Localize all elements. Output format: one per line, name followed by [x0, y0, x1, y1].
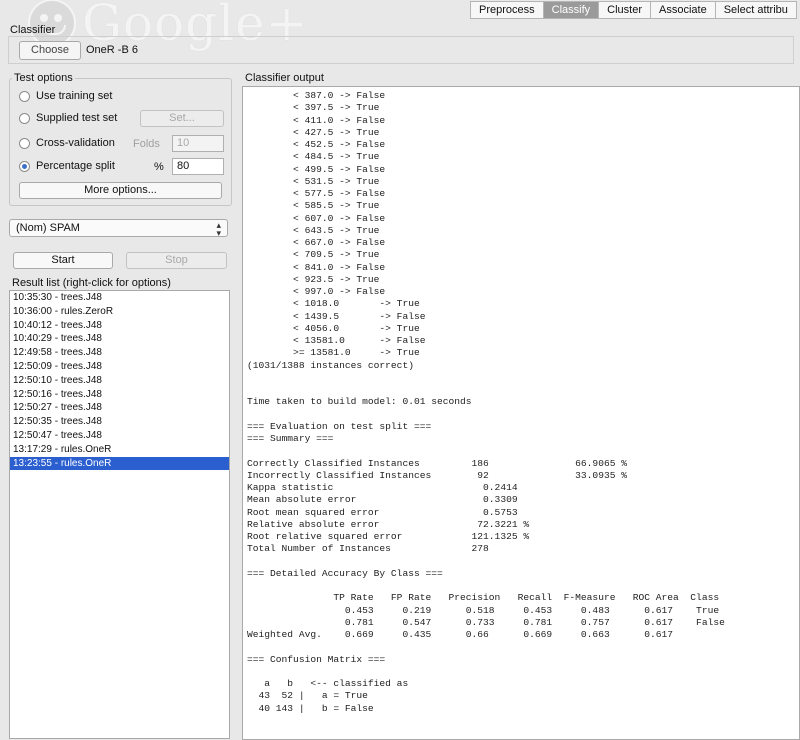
set-test-file-button[interactable]: Set...	[140, 110, 224, 127]
percentage-split-option[interactable]: Percentage split	[19, 160, 115, 172]
tab-classify[interactable]: Classify	[543, 1, 600, 19]
classifier-label: Classifier	[10, 24, 56, 36]
result-item-selected[interactable]: 13:23:55 - rules.OneR	[10, 456, 229, 471]
tab-cluster[interactable]: Cluster	[599, 1, 651, 19]
test-options-title: Test options	[12, 72, 75, 84]
percentage-split-label: Percentage split	[36, 160, 115, 172]
class-attribute-value: (Nom) SPAM	[16, 222, 80, 234]
cross-validation-label: Cross-validation	[36, 137, 115, 149]
result-item[interactable]: 10:35:30 - trees.J48	[10, 291, 229, 305]
explorer-tabs: Preprocess Classify Cluster Associate Se…	[470, 1, 797, 19]
supplied-test-set-label: Supplied test set	[36, 112, 118, 124]
classifier-output-panel[interactable]: < 387.0 -> False < 397.5 -> True < 411.0…	[242, 86, 800, 740]
use-training-set-radio[interactable]	[19, 90, 30, 102]
tab-associate[interactable]: Associate	[651, 1, 716, 19]
tab-preprocess[interactable]: Preprocess	[470, 1, 544, 19]
result-item[interactable]: 12:50:09 - trees.J48	[10, 360, 229, 374]
tab-select-attributes[interactable]: Select attribu	[715, 1, 797, 19]
result-list[interactable]: 10:35:30 - trees.J48 10:36:00 - rules.Ze…	[9, 290, 230, 739]
result-item[interactable]: 13:17:29 - rules.OneR	[10, 443, 229, 457]
select-arrows-icon: ▴ ▾	[216, 220, 221, 238]
percentage-split-radio[interactable]	[19, 160, 30, 172]
folds-label: Folds	[133, 138, 160, 150]
result-item[interactable]: 10:36:00 - rules.ZeroR	[10, 305, 229, 319]
supplied-test-set-option[interactable]: Supplied test set	[19, 112, 117, 124]
result-item[interactable]: 12:50:27 - trees.J48	[10, 401, 229, 415]
supplied-test-set-radio[interactable]	[19, 112, 30, 124]
start-button[interactable]: Start	[13, 252, 113, 269]
classifier-output-text: < 387.0 -> False < 397.5 -> True < 411.0…	[247, 90, 725, 714]
classifier-config-field[interactable]: OneR -B 6	[86, 43, 790, 58]
classifier-output-title: Classifier output	[245, 72, 324, 84]
result-item[interactable]: 12:49:58 - trees.J48	[10, 346, 229, 360]
more-options-button[interactable]: More options...	[19, 182, 222, 199]
result-item[interactable]: 12:50:10 - trees.J48	[10, 374, 229, 388]
class-attribute-select[interactable]: (Nom) SPAM ▴ ▾	[9, 219, 228, 238]
choose-button[interactable]: Choose	[19, 41, 81, 60]
use-training-set-label: Use training set	[36, 90, 113, 102]
result-item[interactable]: 10:40:29 - trees.J48	[10, 332, 229, 346]
use-training-set-option[interactable]: Use training set	[19, 90, 112, 102]
result-item[interactable]: 10:40:12 - trees.J48	[10, 319, 229, 333]
folds-input[interactable]: 10	[172, 135, 224, 152]
cross-validation-option[interactable]: Cross-validation	[19, 137, 115, 149]
cross-validation-radio[interactable]	[19, 137, 30, 149]
percentage-split-input[interactable]: 80	[172, 158, 224, 175]
stop-button[interactable]: Stop	[126, 252, 227, 269]
result-item[interactable]: 12:50:47 - trees.J48	[10, 429, 229, 443]
result-item[interactable]: 12:50:16 - trees.J48	[10, 388, 229, 402]
percent-symbol: %	[154, 161, 164, 173]
result-list-title: Result list (right-click for options)	[12, 277, 171, 289]
result-item[interactable]: 12:50:35 - trees.J48	[10, 415, 229, 429]
